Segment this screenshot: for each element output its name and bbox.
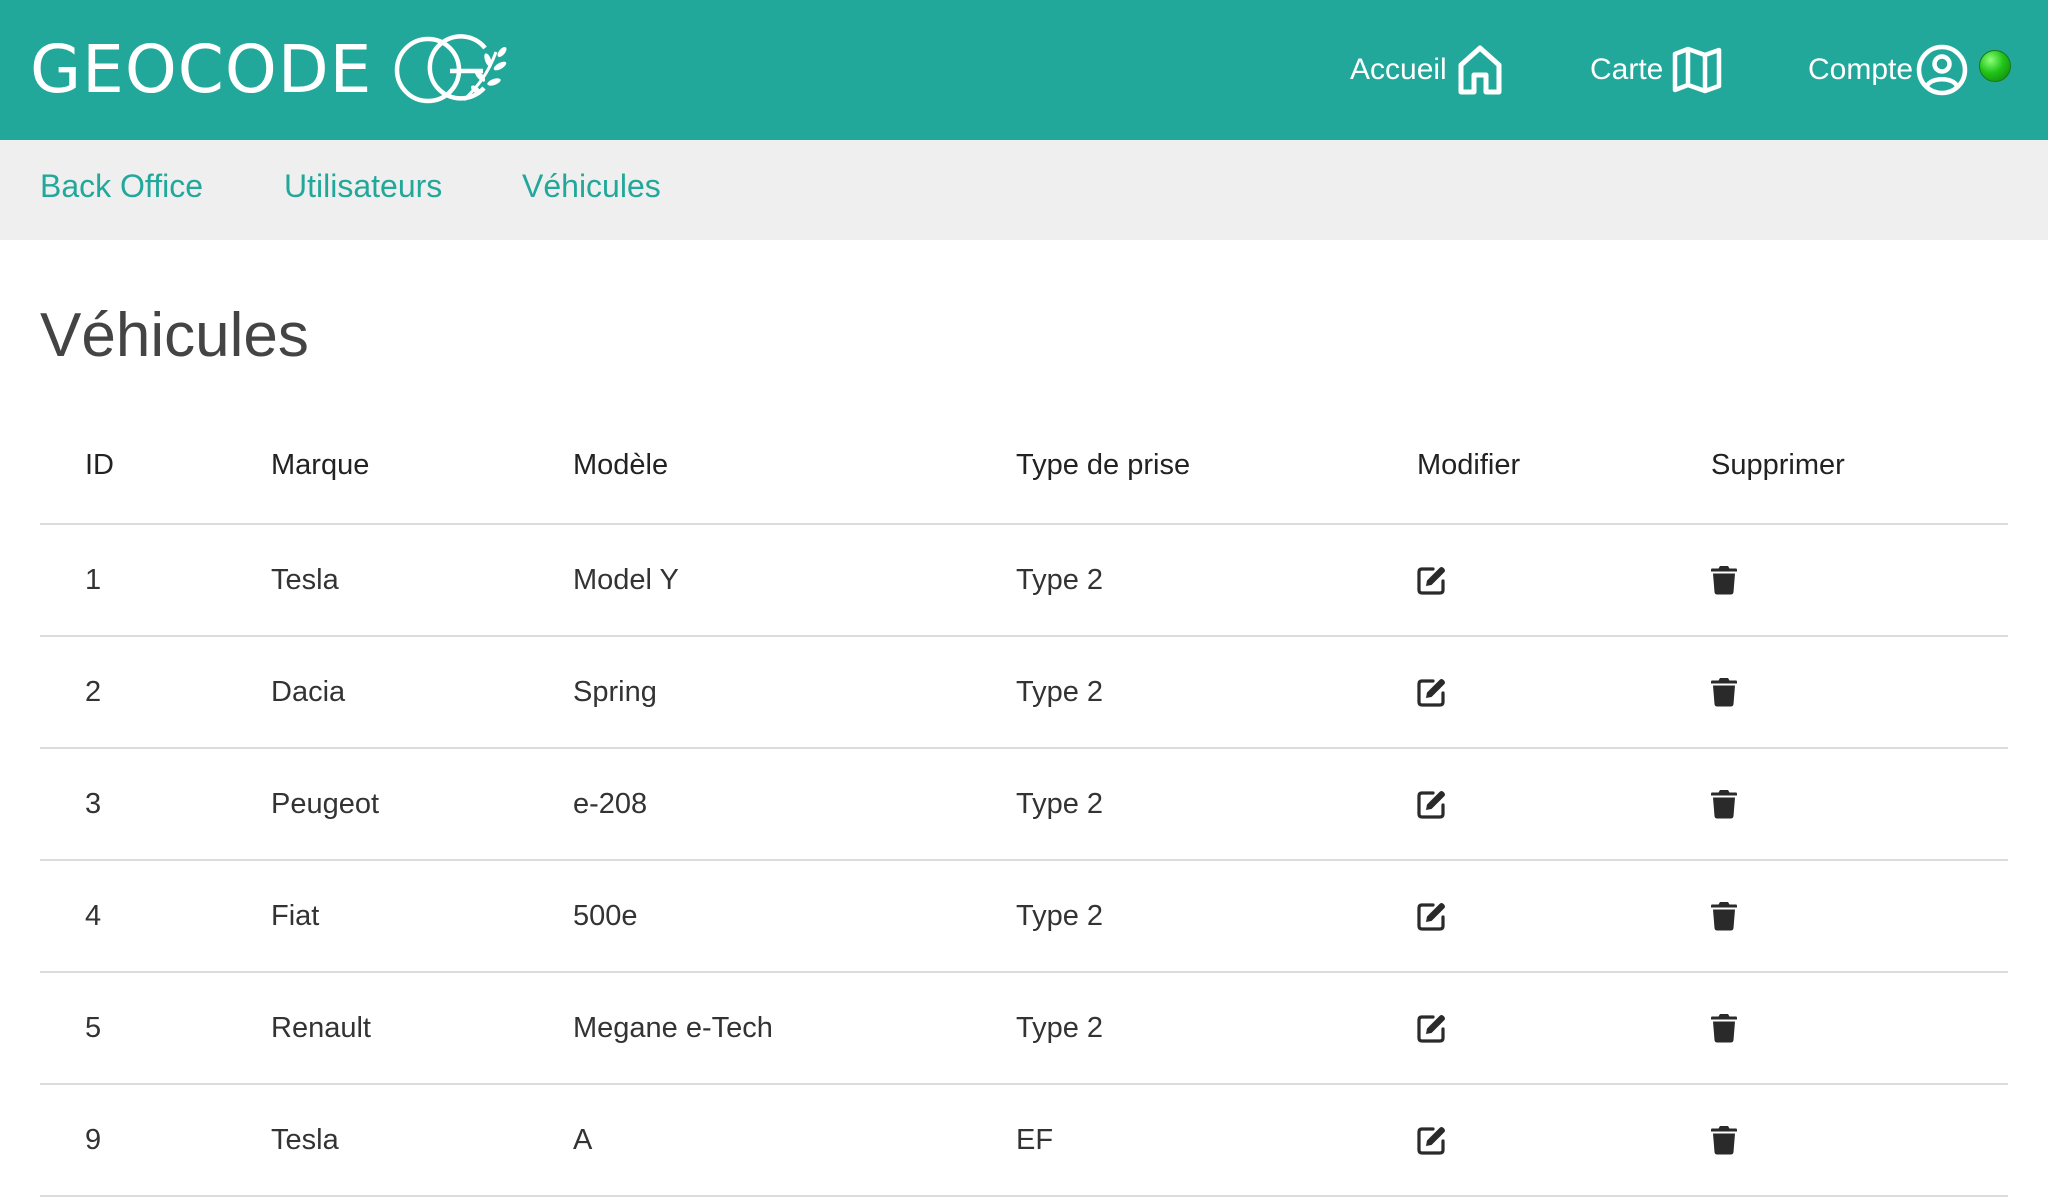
table-body: 1 Tesla Model Y Type 2 2 Dacia Spring Ty… [40,525,2008,1197]
nav-home-label: Accueil [1350,53,1447,86]
cell-brand: Tesla [271,1123,339,1156]
page-title: Véhicules [40,301,309,370]
trash-icon [1711,566,1737,595]
trash-icon [1711,678,1737,707]
cell-brand: Tesla [271,563,339,596]
cell-brand: Renault [271,1011,371,1044]
column-header-delete: Supprimer [1711,449,1845,481]
nav-account-link[interactable]: Compte [1808,40,1969,100]
edit-icon [1417,903,1445,931]
subnav-users[interactable]: Utilisateurs [284,168,442,205]
brand-name: GEOCODE [30,31,373,108]
table-row: 4 Fiat 500e Type 2 [40,861,2008,973]
edit-icon [1417,1127,1445,1155]
cell-brand: Fiat [271,899,320,932]
cell-plug-type: Type 2 [1016,675,1104,708]
edit-button[interactable] [1417,1085,1447,1195]
trash-icon [1711,790,1737,819]
cell-model: Model Y [573,563,679,596]
subnav-back-office[interactable]: Back Office [40,168,203,205]
table-row: 3 Peugeot e-208 Type 2 [40,749,2008,861]
cell-id: 5 [85,1011,102,1044]
online-status-indicator [1979,50,2011,82]
cell-id: 9 [85,1123,102,1156]
table-row: 1 Tesla Model Y Type 2 [40,525,2008,637]
brand[interactable]: GEOCODE [30,30,512,110]
cell-id: 1 [85,563,102,596]
table-header: ID Marque Modèle Type de prise Modifier … [40,412,2008,525]
table-row: 2 Dacia Spring Type 2 [40,637,2008,749]
cell-brand: Dacia [271,675,346,708]
edit-icon [1417,791,1445,819]
top-bar: GEOCODE Accueil Carte Compte [0,0,2048,140]
cell-model: A [573,1123,593,1156]
column-header-plug-type: Type de prise [1016,449,1191,481]
cell-brand: Peugeot [271,787,380,820]
edit-button[interactable] [1417,973,1447,1083]
edit-button[interactable] [1417,861,1447,971]
delete-button[interactable] [1711,525,1737,635]
cell-model: Spring [573,675,657,708]
edit-button[interactable] [1417,525,1447,635]
vehicles-table: ID Marque Modèle Type de prise Modifier … [40,412,2008,1197]
column-header-id: ID [85,449,114,481]
column-header-model: Modèle [573,449,669,481]
subnav-vehicles[interactable]: Véhicules [522,168,661,205]
cell-id: 2 [85,675,102,708]
edit-button[interactable] [1417,749,1447,859]
cell-model: 500e [573,899,638,932]
cell-plug-type: Type 2 [1016,1011,1104,1044]
user-circle-icon [1916,44,1968,96]
table-row: 5 Renault Megane e-Tech Type 2 [40,973,2008,1085]
cell-id: 4 [85,899,102,932]
nav-account-label: Compte [1808,53,1914,86]
map-icon [1673,46,1722,94]
trash-icon [1711,1126,1737,1155]
cell-id: 3 [85,787,102,820]
nav-map-link[interactable]: Carte [1590,40,1723,100]
nav-map-label: Carte [1590,53,1664,86]
column-header-brand: Marque [271,449,370,481]
delete-button[interactable] [1711,1085,1737,1195]
column-header-edit: Modifier [1417,449,1521,481]
cell-model: Megane e-Tech [573,1011,773,1044]
delete-button[interactable] [1711,637,1737,747]
edit-icon [1417,1015,1445,1043]
geocode-leaf-logo-icon [395,34,507,104]
edit-button[interactable] [1417,637,1447,747]
edit-icon [1417,567,1445,595]
cell-plug-type: Type 2 [1016,787,1104,820]
trash-icon [1711,1014,1737,1043]
cell-plug-type: Type 2 [1016,899,1104,932]
home-icon [1458,45,1502,95]
sub-navigation: Back Office Utilisateurs Véhicules [0,140,2048,240]
nav-home-link[interactable]: Accueil [1350,40,1505,100]
trash-icon [1711,902,1737,931]
delete-button[interactable] [1711,861,1737,971]
delete-button[interactable] [1711,973,1737,1083]
cell-plug-type: Type 2 [1016,563,1104,596]
delete-button[interactable] [1711,749,1737,859]
edit-icon [1417,679,1445,707]
table-row: 9 Tesla A EF [40,1085,2008,1197]
cell-plug-type: EF [1016,1123,1054,1156]
cell-model: e-208 [573,787,648,820]
